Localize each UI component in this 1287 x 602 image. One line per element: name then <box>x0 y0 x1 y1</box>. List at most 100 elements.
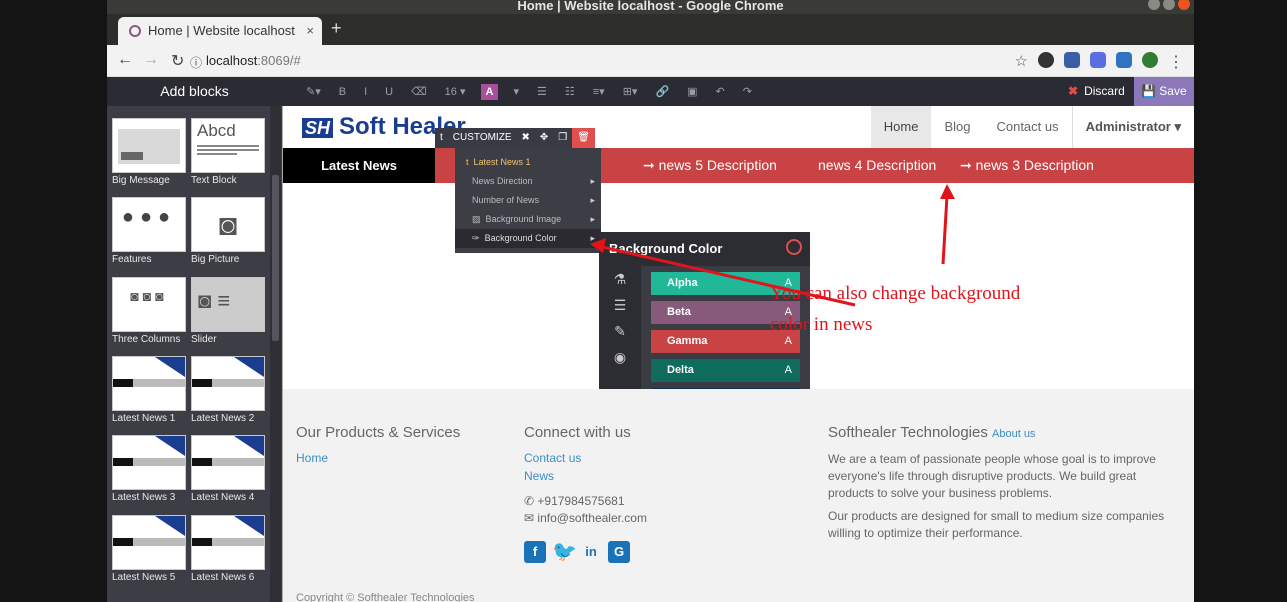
block-label: Latest News 2 <box>191 413 255 424</box>
extension-icon[interactable] <box>1116 52 1132 68</box>
block-thumbnail: ●●● <box>112 197 186 252</box>
news-item[interactable]: news 4 Description <box>818 148 936 183</box>
maximize-button[interactable] <box>1163 0 1175 10</box>
bullet-list-icon[interactable]: ☰ <box>528 85 556 98</box>
browser-tab[interactable]: Home | Website localhost × <box>118 17 322 45</box>
table-icon[interactable]: ⊞▾ <box>614 85 647 98</box>
menu-home[interactable]: Home <box>870 106 932 148</box>
brush-icon[interactable]: ✎ <box>599 318 641 344</box>
footer-link-contact[interactable]: Contact us <box>524 451 647 465</box>
latest-news-ticker[interactable]: Latest News ➞ news 5 Description news 4 … <box>283 148 1194 183</box>
extension-icon[interactable] <box>1038 52 1054 68</box>
menu-administrator[interactable]: Administrator ▾ <box>1071 106 1194 148</box>
block-item[interactable]: Latest News 2 <box>191 356 265 424</box>
redo-icon[interactable]: ↷ <box>734 85 761 98</box>
block-label: Big Picture <box>191 254 240 265</box>
customize-bar: t CUSTOMIZE ✖ ✥ ❐ 🗑 <box>435 128 595 148</box>
eye-slash-icon[interactable]: ◉ <box>599 344 641 370</box>
news-item[interactable]: ➞ news 3 Description <box>960 148 1094 183</box>
minimize-button[interactable] <box>1148 0 1160 10</box>
numbered-list-icon[interactable]: ☷ <box>556 85 584 98</box>
save-button[interactable]: 💾 Save <box>1134 77 1194 106</box>
color-panel-title: Background Color <box>599 232 810 266</box>
block-item[interactable]: Latest News 5 <box>112 515 186 583</box>
sidebar-scrollbar[interactable] <box>270 106 281 602</box>
block-item[interactable]: ◙◙◙ Three Columns <box>112 277 186 345</box>
forward-icon[interactable]: → <box>143 51 159 69</box>
italic-icon[interactable]: I <box>355 86 376 98</box>
block-item[interactable]: ◙ Big Picture <box>191 197 265 265</box>
about-us-link[interactable]: About us <box>992 428 1035 440</box>
block-item[interactable]: ◙ ≡ Slider <box>191 277 265 345</box>
font-size-dropdown[interactable]: 16 ▾ <box>436 85 475 98</box>
close-icon[interactable]: ✖ <box>517 128 535 148</box>
google-plus-icon[interactable]: G <box>608 541 630 563</box>
underline-icon[interactable]: U <box>376 86 402 98</box>
customize-button[interactable]: CUSTOMIZE <box>448 128 517 148</box>
block-item[interactable]: Big Message <box>112 118 186 186</box>
phone-icon: ✆ <box>524 494 535 508</box>
new-tab-button[interactable]: + <box>331 18 342 39</box>
eyedropper-icon: ✑ <box>472 233 480 243</box>
block-thumbnail: ◙◙◙ <box>112 277 186 332</box>
text-color-button[interactable]: A <box>480 83 499 100</box>
undo-icon[interactable]: ↶ <box>707 85 734 98</box>
menu-dots-icon[interactable]: ⋮ <box>1168 52 1184 71</box>
save-icon: 💾 <box>1141 84 1156 98</box>
menu-background-image[interactable]: ▨ Background Image ▸ <box>455 210 601 229</box>
block-item[interactable]: Latest News 3 <box>112 435 186 503</box>
address-bar[interactable]: localhost:8069/# <box>206 53 301 68</box>
media-icon[interactable]: ▣ <box>678 85 706 98</box>
profile-avatar[interactable] <box>1142 52 1158 68</box>
move-icon[interactable]: ✥ <box>535 128 553 148</box>
footer-link-home[interactable]: Home <box>296 451 460 465</box>
menu-news-direction[interactable]: News Direction ▸ <box>455 172 601 191</box>
customize-menu: t Latest News 1 News Direction ▸ Number o… <box>455 148 601 253</box>
news-item[interactable]: ➞ news 5 Description <box>643 148 777 183</box>
window-titlebar: Home | Website localhost - Google Chrome <box>107 0 1194 14</box>
menu-contact[interactable]: Contact us <box>983 106 1071 148</box>
twitter-icon[interactable]: 🐦 <box>552 541 577 563</box>
add-blocks-title: Add blocks <box>160 83 229 99</box>
menu-blog[interactable]: Blog <box>931 106 983 148</box>
facebook-icon[interactable]: f <box>524 541 546 563</box>
bold-icon[interactable]: B <box>330 86 355 98</box>
menu-background-color[interactable]: ✑ Background Color ▸ <box>455 229 601 248</box>
flask-icon[interactable]: ⚗ <box>599 266 641 292</box>
block-item[interactable]: Latest News 1 <box>112 356 186 424</box>
color-swatch-delta[interactable]: Delta A <box>651 359 800 382</box>
tab-close-icon[interactable]: × <box>306 17 314 45</box>
website-page: SH Soft Healer Home Blog Contact us Admin… <box>283 106 1194 602</box>
toolbar: ← → ↻ ⓘ localhost:8069/# ☆ ⋮ <box>107 45 1194 77</box>
no-color-icon[interactable] <box>786 239 802 255</box>
move-handle-icon[interactable]: t <box>435 128 448 148</box>
discard-button[interactable]: ✖ Discard <box>1060 77 1134 106</box>
extension-icon[interactable] <box>1064 52 1080 68</box>
back-icon[interactable]: ← <box>117 51 133 69</box>
extension-icon[interactable] <box>1090 52 1106 68</box>
database-icon[interactable]: ☰ <box>599 292 641 318</box>
info-icon[interactable]: ⓘ <box>190 54 202 71</box>
footer-link-news[interactable]: News <box>524 469 647 483</box>
clone-icon[interactable]: ❐ <box>553 128 572 148</box>
bookmark-star-icon[interactable]: ☆ <box>1015 52 1028 70</box>
block-item[interactable]: ●●● Features <box>112 197 186 265</box>
block-label: Text Block <box>191 175 237 186</box>
block-item[interactable]: Abcd Text Block <box>191 118 265 186</box>
block-thumbnail <box>191 435 265 490</box>
reload-icon[interactable]: ↻ <box>171 51 184 71</box>
style-dropdown-icon[interactable]: ✎▾ <box>297 85 330 98</box>
link-icon[interactable]: 🔗 <box>646 85 678 98</box>
align-icon[interactable]: ≡▾ <box>584 85 614 98</box>
block-label: Slider <box>191 334 217 345</box>
block-item[interactable]: Latest News 6 <box>191 515 265 583</box>
block-item[interactable]: Latest News 4 <box>191 435 265 503</box>
color-dropdown-icon[interactable]: ▾ <box>504 85 528 98</box>
block-thumbnail <box>191 515 265 570</box>
delete-icon[interactable]: 🗑 <box>572 128 595 148</box>
menu-number-of-news[interactable]: Number of News ▸ <box>455 191 601 210</box>
linkedin-icon[interactable]: in <box>580 541 602 563</box>
eraser-icon[interactable]: ⌫ <box>402 85 436 98</box>
blocks-sidebar: Big Message Abcd Text Block ●●● Features ◙ Big… <box>107 106 282 602</box>
close-window-button[interactable] <box>1178 0 1190 10</box>
